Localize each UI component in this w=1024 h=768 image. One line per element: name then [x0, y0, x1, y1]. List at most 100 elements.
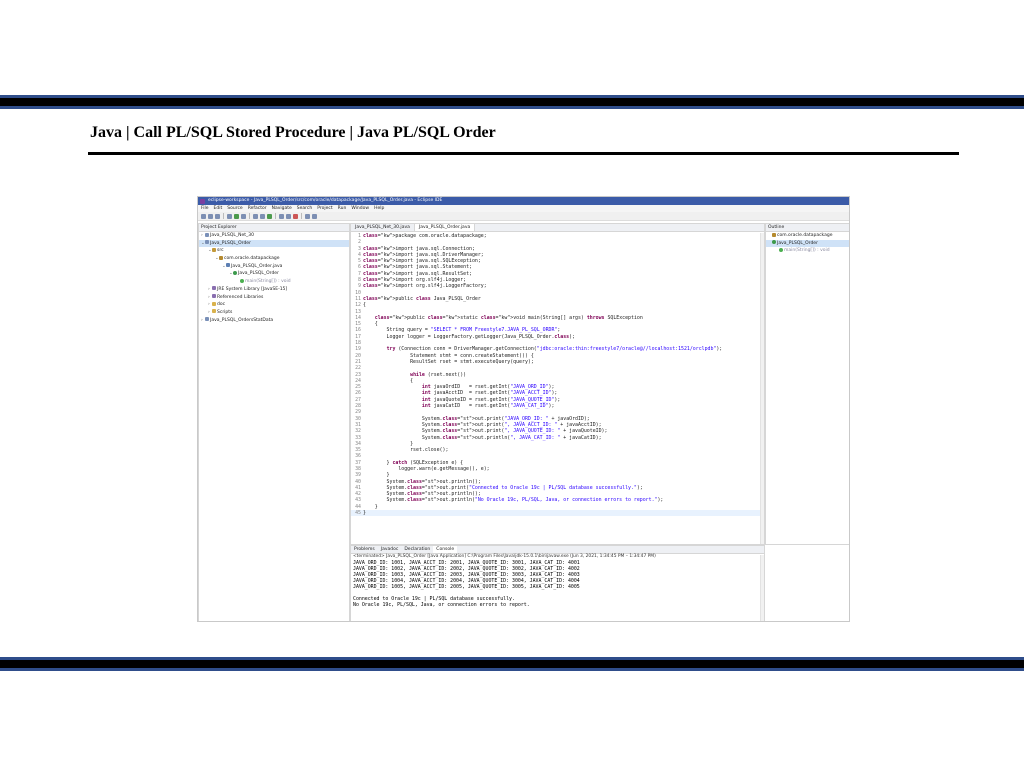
console-line: No Oracle 19c, PL/SQL, Java, or connecti…	[353, 602, 530, 608]
tree-item-label: JRE System Library [JavaSE-15]	[217, 286, 288, 292]
new-class-icon[interactable]	[267, 213, 272, 219]
code-text: }	[363, 472, 390, 479]
new-java-project-icon[interactable]	[253, 213, 258, 219]
tree-item[interactable]: ⌄ Java_PLSQL_Order	[199, 270, 349, 278]
code-text: try (Connection conn = DriverManager.get…	[386, 346, 723, 353]
open-type-icon[interactable]	[279, 213, 284, 219]
tab-java_plsql_net_30-java[interactable]: Java_PLSQL_Net_30.java	[351, 224, 415, 231]
window-title: eclipse-workspace - Java_PLSQL_Order/src…	[208, 198, 443, 203]
lib-icon	[212, 294, 216, 298]
code-text: ResultSet rset = stmt.executeQuery(query…	[363, 358, 534, 365]
forward-icon[interactable]	[312, 213, 317, 219]
tree-item-label: Java_PLSQL_OrdersStatData	[210, 317, 274, 323]
menu-item-source[interactable]: Source	[227, 206, 242, 211]
external-tools-icon[interactable]	[241, 213, 246, 219]
outline-title: Outline	[768, 225, 785, 230]
console-output[interactable]: JAVA_ORD_ID: 1001, JAVA_ACCT_ID: 2001, J…	[351, 560, 764, 608]
save-all-icon[interactable]	[215, 213, 220, 219]
tree-item-label: Java_PLSQL_Order.java	[231, 263, 283, 269]
code-text: {	[363, 321, 378, 328]
tree-item[interactable]: ⌄ src	[199, 247, 349, 255]
search-icon[interactable]	[286, 213, 291, 219]
code-text: class="kw">import java.sql.Connection;	[363, 245, 475, 252]
tree-item-label: com.oracle.datapackage	[224, 256, 280, 262]
toolbar-separator	[301, 213, 302, 219]
tree-item[interactable]: ⌄ Java_PLSQL_Order.java	[199, 263, 349, 271]
menu-item-help[interactable]: Help	[374, 206, 384, 211]
tree-item[interactable]: › JRE System Library [JavaSE-15]	[199, 286, 349, 294]
toolbar	[198, 212, 849, 221]
folder-icon	[212, 309, 216, 314]
window-titlebar: eclipse-workspace - Java_PLSQL_Order/src…	[198, 197, 849, 205]
menu-item-edit[interactable]: Edit	[214, 206, 223, 211]
code-text: int javaQuoteID = rset.getInt("JAVA_QUOT…	[421, 396, 561, 403]
tree-item[interactable]: com.oracle.datapackage	[766, 232, 849, 240]
file-icon	[226, 263, 230, 268]
code-text: String query = "SELECT * FROM Freestyle7…	[363, 327, 561, 334]
eclipse-icon	[200, 198, 205, 204]
project-explorer: Project Explorer › Java_PLSQL_Net_30 ⌄ Java…	[198, 223, 350, 621]
tree-item[interactable]: › Referenced Libraries	[199, 294, 349, 302]
tree-item[interactable]: ⌄ com.oracle.datapackage	[199, 255, 349, 263]
tab-javadoc[interactable]: Javadoc	[378, 546, 402, 553]
tree-item[interactable]: › Java_PLSQL_OrdersStatData	[199, 317, 349, 325]
proj-icon	[205, 232, 209, 237]
debug-icon[interactable]	[227, 213, 232, 219]
menu-item-window[interactable]: Window	[351, 206, 369, 211]
tree-item-label: main(String[]) : void	[784, 248, 830, 254]
code-text: System.class="st">out.println();	[363, 478, 481, 485]
tree-item[interactable]: Java_PLSQL_Order	[766, 239, 849, 248]
menu-item-refactor[interactable]: Refactor	[248, 206, 267, 211]
tab-problems[interactable]: Problems	[351, 546, 378, 553]
save-icon[interactable]	[208, 213, 213, 219]
tree-item[interactable]: ⌄ Java_PLSQL_Order	[199, 239, 349, 248]
bottom-band	[0, 657, 1024, 671]
code-text: Statement stmt = conn.createStatement())…	[363, 352, 534, 359]
editor-scrollbar[interactable]	[760, 233, 764, 544]
meth-icon	[779, 247, 783, 252]
code-text: class="kw">import org.slf4j.LoggerFactor…	[363, 283, 487, 290]
code-text: System.class="st">out.print(", JAVA_ACCT…	[363, 421, 602, 428]
project-explorer-header[interactable]: Project Explorer	[199, 224, 349, 232]
tree-item-label: Referenced Libraries	[217, 294, 264, 300]
back-icon[interactable]	[305, 213, 310, 219]
menu-item-run[interactable]: Run	[338, 206, 347, 211]
console-tabs: Problems Javadoc Declaration Console	[351, 546, 764, 554]
menu-item-file[interactable]: File	[201, 206, 209, 211]
src-icon	[212, 247, 216, 252]
code-text: class="kw">package com.oracle.datapackag…	[363, 233, 487, 239]
tree-item-label: Java_PLSQL_Order	[777, 240, 818, 246]
tree-item[interactable]: main(String[]) : void	[766, 247, 849, 255]
tree-item[interactable]: › doc	[199, 301, 349, 309]
code-text: logger.warn(e.getMessage(), e);	[363, 465, 490, 472]
run-icon[interactable]	[234, 213, 239, 219]
menu-item-navigate[interactable]: Navigate	[272, 206, 292, 211]
tree-item-label: Java_PLSQL_Order	[238, 271, 279, 277]
code-area[interactable]: 1 class="kw">package com.oracle.datapacka…	[351, 233, 764, 544]
code-text: System.class="st">out.println();	[363, 491, 481, 498]
code-text: }	[363, 510, 366, 517]
tab-console[interactable]: Console	[433, 546, 458, 553]
menu-item-project[interactable]: Project	[317, 206, 332, 211]
editor-tabs: Java_PLSQL_Net_30.java Java_PLSQL_Order.j…	[351, 224, 764, 232]
code-text: class="kw">import java.sql.DriverManager…	[363, 251, 484, 258]
tree-item[interactable]: › Java_PLSQL_Net_30	[199, 232, 349, 240]
code-text: {	[363, 302, 366, 309]
code-text: Logger logger = LoggerFactory.getLogger(…	[363, 333, 576, 340]
pkg-icon	[772, 232, 776, 237]
terminate-icon[interactable]	[293, 213, 298, 219]
tree-item[interactable]: main(String[]) : void	[199, 278, 349, 286]
cls-icon	[772, 240, 776, 245]
outline-header[interactable]: Outline	[766, 224, 849, 232]
menu-item-search[interactable]: Search	[297, 206, 312, 211]
tab-java_plsql_order-java[interactable]: Java_PLSQL_Order.java	[414, 224, 476, 231]
pkg-icon	[219, 255, 223, 260]
code-text: System.class="st">out.print(", JAVA_QUOT…	[363, 428, 608, 435]
tab-declaration[interactable]: Declaration	[401, 546, 433, 553]
console-scrollbar[interactable]	[760, 555, 764, 621]
new-icon[interactable]	[201, 213, 206, 219]
code-editor: Java_PLSQL_Net_30.java Java_PLSQL_Order.j…	[350, 223, 765, 545]
tree-item[interactable]: › Scripts	[199, 309, 349, 317]
meth-icon	[240, 278, 244, 283]
new-package-icon[interactable]	[260, 213, 265, 219]
